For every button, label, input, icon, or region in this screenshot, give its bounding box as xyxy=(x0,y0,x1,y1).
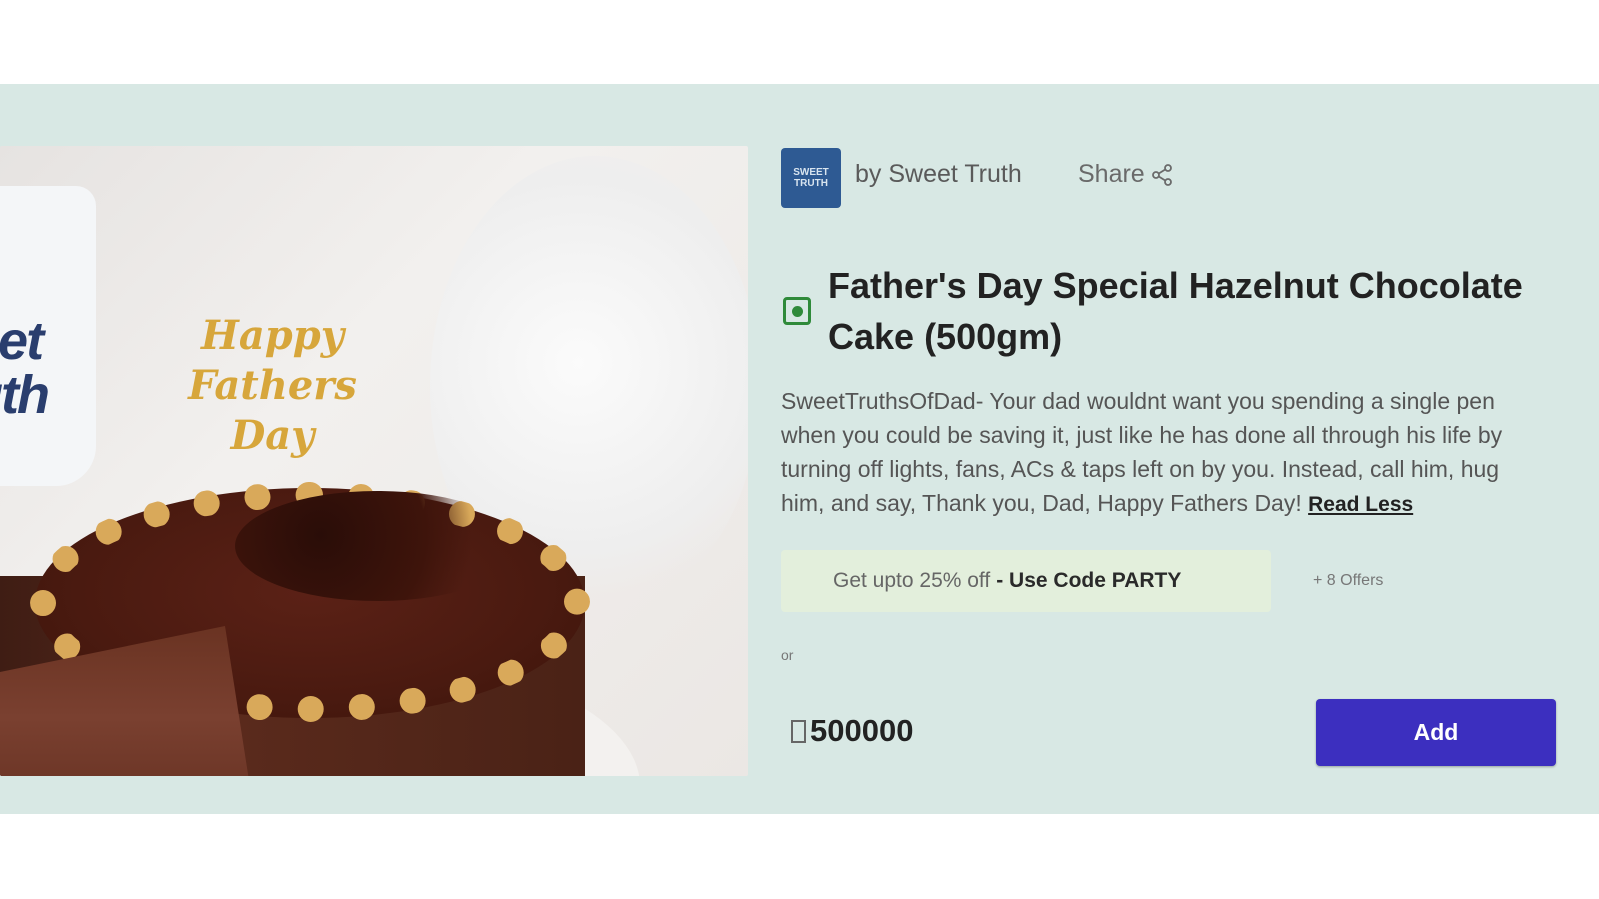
product-title-line2: Cake (500gm) xyxy=(828,316,1063,357)
more-offers-link[interactable]: + 8 Offers xyxy=(1313,572,1383,590)
price-amount: 500000 xyxy=(810,713,914,748)
product-title: Father's Day Special Hazelnut Chocolate … xyxy=(828,260,1598,362)
product-description: SweetTruthsOfDad- Your dad wouldnt want … xyxy=(781,384,1599,522)
description-line: him, and say, Thank you, Dad, Happy Fath… xyxy=(781,486,1599,522)
offer-code: - Use Code PARTY xyxy=(996,569,1182,592)
veg-indicator-icon xyxy=(783,297,811,325)
offer-banner[interactable]: Get upto 25% off - Use Code PARTY xyxy=(781,550,1271,612)
ganache-graphic xyxy=(235,491,520,601)
description-text: him, and say, Thank you, Dad, Happy Fath… xyxy=(781,490,1302,516)
share-icon xyxy=(1151,163,1172,186)
rupee-icon xyxy=(791,719,806,743)
vendor-logo-text: SWEET TRUTH xyxy=(793,167,829,189)
or-label: or xyxy=(781,647,794,663)
mug-graphic: eetuth xyxy=(0,186,96,486)
vendor-logo[interactable]: SWEET TRUTH xyxy=(781,148,841,208)
vendor-name[interactable]: by Sweet Truth xyxy=(855,160,1022,189)
description-line: when you could be saving it, just like h… xyxy=(781,422,1503,448)
description-line: SweetTruthsOfDad- Your dad wouldnt want … xyxy=(781,388,1495,414)
price: 500000 xyxy=(791,713,913,749)
cake-topper: Happy Fathers Day xyxy=(188,312,357,459)
product-title-line1: Father's Day Special Hazelnut Chocolate xyxy=(828,265,1523,306)
mug-text: eetuth xyxy=(0,311,50,425)
description-line: turning off lights, fans, ACs & taps lef… xyxy=(781,456,1500,482)
product-image[interactable]: eetuth HappyFathersDay xyxy=(0,146,748,776)
add-button[interactable]: Add xyxy=(1316,699,1556,766)
offer-text: Get upto 25% off xyxy=(833,569,991,592)
share-button[interactable]: Share xyxy=(1078,160,1173,189)
share-label: Share xyxy=(1078,160,1145,188)
read-less-link[interactable]: Read Less xyxy=(1308,493,1413,516)
